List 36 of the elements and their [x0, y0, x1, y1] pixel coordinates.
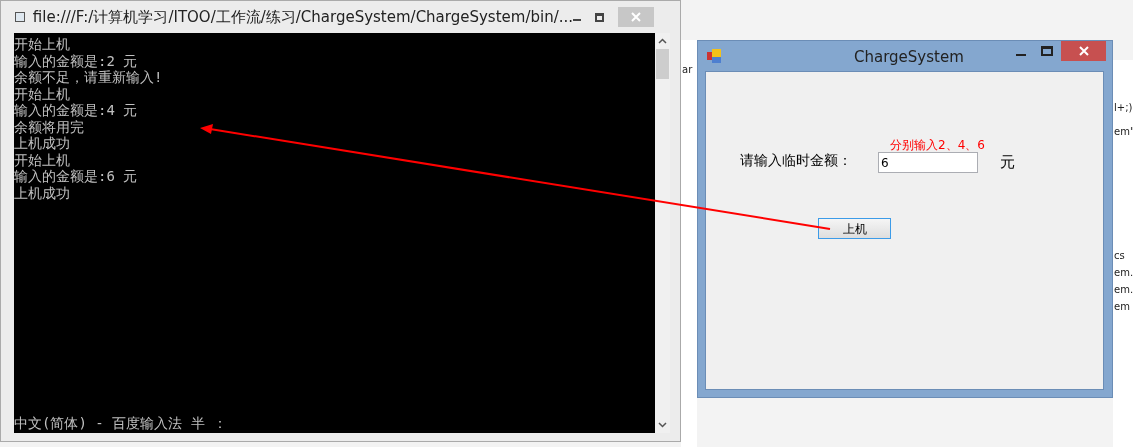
scrollbar[interactable]	[655, 33, 670, 433]
close-icon	[1078, 46, 1089, 56]
console-app-icon	[15, 12, 25, 22]
code-text: em.	[1114, 284, 1133, 296]
ime-status-text: 中文(简体) - 百度输入法 半 ：	[14, 414, 227, 431]
code-text: l+;)	[1114, 102, 1133, 114]
scroll-thumb[interactable]	[656, 49, 669, 79]
scroll-down-icon[interactable]	[658, 422, 667, 428]
scroll-up-icon[interactable]	[658, 38, 667, 44]
console-line: 上机成功	[14, 184, 70, 201]
console-line: 输入的金额是:2 元	[14, 52, 138, 69]
code-text: ar	[682, 64, 693, 76]
close-icon	[631, 12, 642, 22]
maximize-icon[interactable]	[594, 12, 605, 22]
console-line: 余额将用完	[14, 118, 84, 135]
console-line: 开始上机	[14, 151, 70, 168]
hint-text: 分别输入2、4、6	[890, 137, 985, 154]
console-line: 开始上机	[14, 36, 70, 53]
code-text: em"	[1114, 126, 1133, 138]
amount-field[interactable]: 6	[878, 152, 978, 173]
amount-label: 请输入临时金额：	[740, 151, 852, 170]
code-text: em	[1114, 301, 1130, 313]
app-icon	[707, 49, 721, 63]
console-line: 余额不足，请重新输入!	[14, 69, 163, 86]
console-line: 输入的金额是:6 元	[14, 168, 138, 185]
start-button[interactable]: 上机	[818, 218, 891, 239]
unit-text: 元	[1000, 152, 1015, 173]
console-line: 上机成功	[14, 135, 70, 152]
code-text: cs	[1114, 250, 1125, 262]
code-text: em.	[1114, 267, 1133, 279]
window-title: file:///F:/计算机学习/ITOO/工作流/练习/ChargeSystem/ChargeSystem/bin/...	[32, 6, 573, 28]
console-line: 开始上机	[14, 85, 70, 102]
window-title: ChargeSystem	[854, 47, 964, 68]
console-line: 输入的金额是:4 元	[14, 102, 138, 119]
maximize-icon[interactable]	[1041, 46, 1053, 56]
close-button[interactable]	[1061, 41, 1106, 61]
